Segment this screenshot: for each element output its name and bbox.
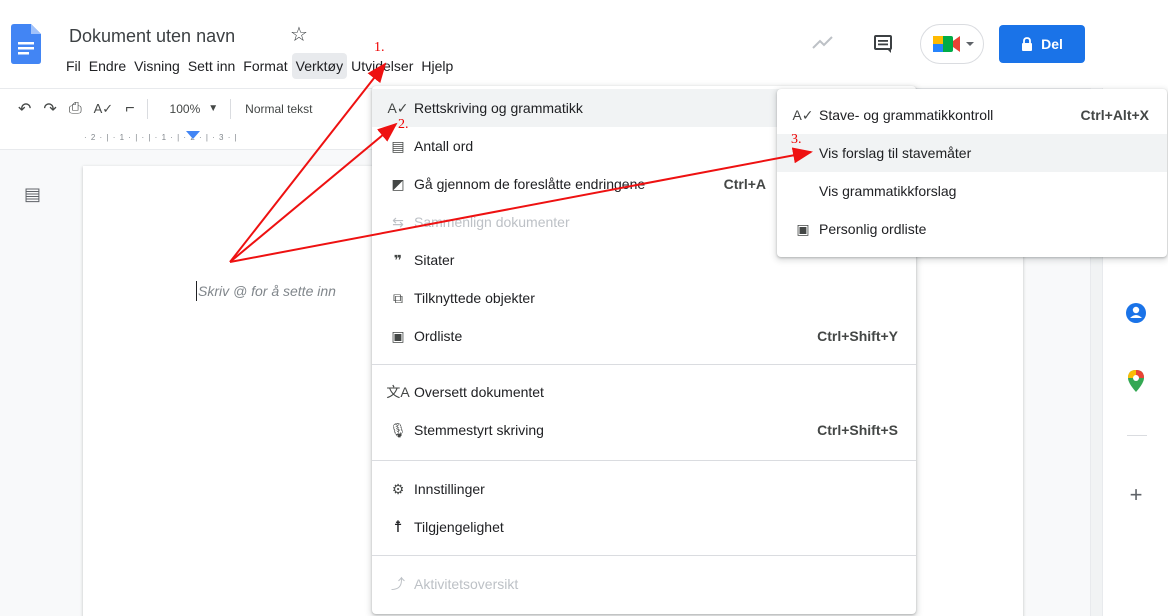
linked-objects-icon: ⧉: [393, 289, 403, 306]
paint-format-icon[interactable]: ⌐: [125, 100, 134, 118]
paragraph-style-select[interactable]: Normal tekst: [245, 102, 312, 116]
dictionary-icon: ▣: [796, 220, 810, 237]
annotation-step-3: 3.: [791, 132, 802, 147]
contacts-glyph: [1126, 303, 1146, 323]
contacts-icon[interactable]: [1103, 302, 1168, 330]
document-outline-icon[interactable]: ▤: [24, 184, 41, 205]
mic-icon: 🎙︎: [389, 421, 407, 438]
meet-icon: [933, 36, 974, 52]
menu-help[interactable]: Hjelp: [417, 53, 457, 79]
maps-icon[interactable]: [1103, 370, 1168, 398]
menu-file[interactable]: Fil: [62, 53, 85, 79]
accessibility-icon: ☨: [393, 519, 403, 536]
zoom-select[interactable]: 100%: [170, 102, 201, 116]
menu-item-accessibility[interactable]: ☨ Tilgjengelighet: [372, 508, 916, 546]
dictionary-icon: ▣: [391, 327, 405, 344]
undo-icon[interactable]: ↶: [18, 99, 31, 119]
document-title[interactable]: Dokument uten navn: [69, 26, 235, 47]
chevron-down-icon[interactable]: ▼: [208, 103, 218, 114]
toolbar-divider: [146, 98, 148, 119]
redo-icon[interactable]: ↷: [43, 99, 56, 119]
submenu-item-personal-dictionary[interactable]: ▣ Personlig ordliste: [777, 210, 1167, 248]
menu-view[interactable]: Visning: [130, 53, 184, 79]
menu-bar: Fil Endre Visning Sett inn Format Verktø…: [62, 53, 457, 79]
menu-divider: [372, 460, 916, 461]
submenu-item-show-spelling[interactable]: Vis forslag til stavemåter: [777, 134, 1167, 172]
maps-glyph: [1128, 370, 1144, 392]
menu-item-dictionary[interactable]: ▣ Ordliste Ctrl+Shift+Y: [372, 317, 916, 355]
spelling-grammar-submenu: A✓ Stave- og grammatikkontroll Ctrl+Alt+…: [777, 89, 1167, 257]
docs-logo-icon[interactable]: [11, 24, 41, 64]
document-placeholder: Skriv @ for å sette inn: [198, 283, 336, 299]
trending-icon[interactable]: [812, 34, 834, 50]
compare-icon: ⇆: [392, 213, 404, 230]
translate-icon: 文A: [386, 384, 410, 400]
menu-insert[interactable]: Sett inn: [184, 53, 239, 79]
add-icon[interactable]: +: [1103, 482, 1168, 508]
spellcheck-icon: A✓: [792, 106, 814, 123]
submenu-item-spell-check[interactable]: A✓ Stave- og grammatikkontroll Ctrl+Alt+…: [777, 96, 1167, 134]
review-edits-icon: ◩: [391, 175, 405, 192]
toolbar-divider: [230, 98, 232, 119]
menu-item-preferences[interactable]: ⚙ Innstillinger: [372, 470, 916, 508]
menu-divider: [372, 555, 916, 556]
menu-tools[interactable]: Verktøy: [291, 53, 348, 79]
menu-format[interactable]: Format: [239, 53, 291, 79]
menu-edit[interactable]: Endre: [85, 53, 130, 79]
title-bar: Dokument uten navn ☆ Fil Endre Visning S…: [0, 0, 1168, 88]
star-icon[interactable]: ☆: [290, 22, 308, 47]
menu-extensions[interactable]: Utvidelser: [347, 53, 417, 79]
menu-item-activity-dashboard[interactable]: ⤴ Aktivitetsoversikt: [372, 565, 916, 603]
meet-button[interactable]: [920, 24, 984, 64]
quote-icon: ❞: [393, 251, 403, 268]
annotation-step-1: 1.: [374, 40, 385, 55]
activity-icon: ⤴: [391, 576, 405, 592]
print-icon[interactable]: ⎙: [69, 100, 82, 118]
menu-item-linked-objects[interactable]: ⧉ Tilknyttede objekter: [372, 279, 916, 317]
spellcheck-icon[interactable]: A✓: [94, 101, 114, 117]
share-button[interactable]: Del: [999, 25, 1085, 63]
submenu-item-show-grammar[interactable]: Vis grammatikkforslag: [777, 172, 1167, 210]
google-docs-window: Dokument uten navn ☆ Fil Endre Visning S…: [0, 0, 1168, 616]
word-count-icon: ▤: [391, 137, 405, 154]
preferences-icon: ⚙: [391, 480, 405, 497]
share-label: Del: [1041, 36, 1063, 52]
menu-item-translate[interactable]: 文A Oversett dokumentet: [372, 373, 916, 411]
spellcheck-icon: A✓: [387, 99, 409, 116]
text-cursor: [196, 281, 197, 301]
side-panel-divider: [1127, 435, 1147, 436]
comment-history-icon[interactable]: [873, 34, 893, 54]
menu-item-voice-typing[interactable]: 🎙︎ Stemmestyrt skriving Ctrl+Shift+S: [372, 411, 916, 449]
annotation-step-2: 2.: [398, 117, 409, 132]
lock-icon: [1022, 37, 1033, 51]
ruler-marks: · 2 · | · 1 · | · | · 1 · | · 2 · | · 3 …: [84, 133, 238, 142]
menu-divider: [372, 364, 916, 365]
